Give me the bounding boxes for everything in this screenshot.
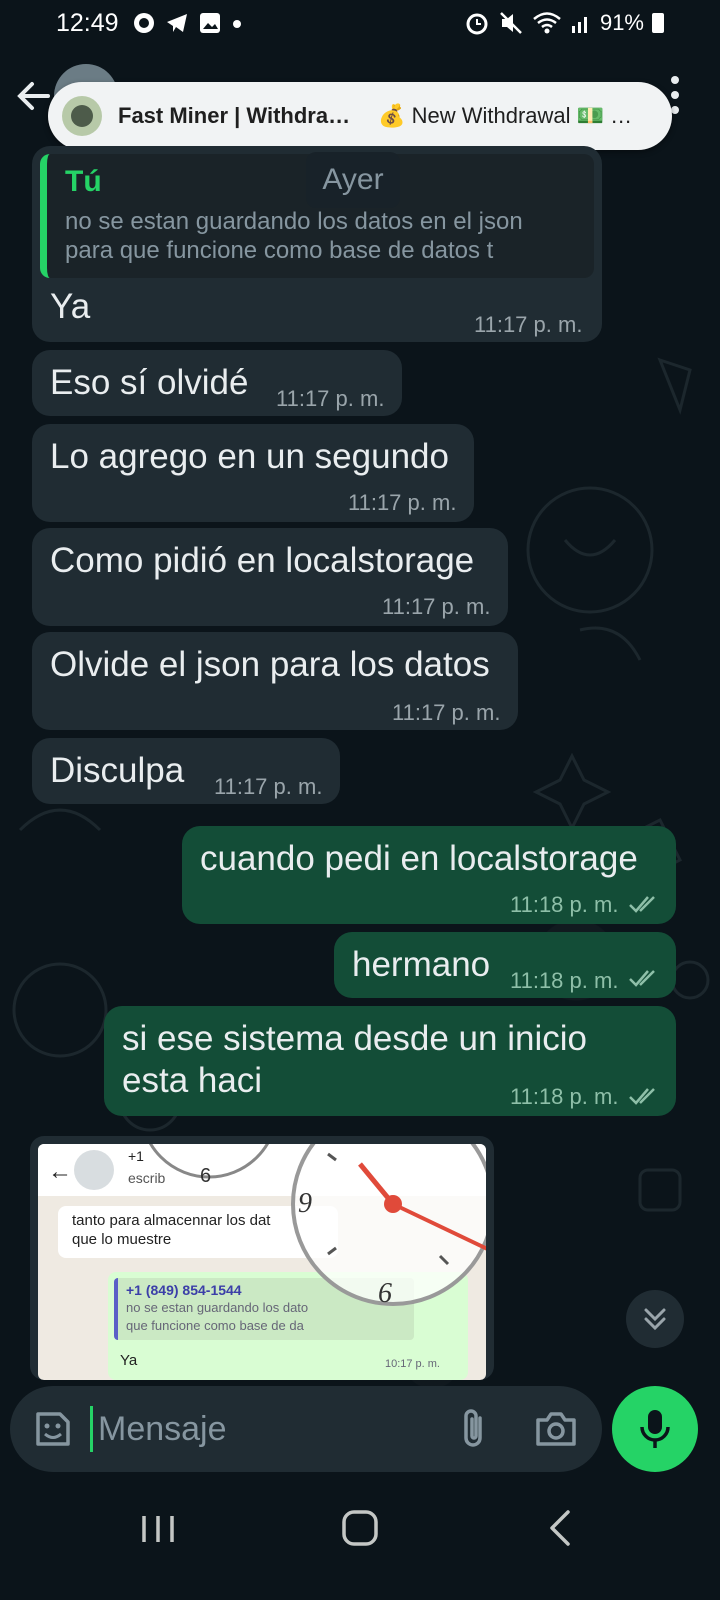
- home-icon[interactable]: [338, 1506, 382, 1550]
- system-navigation-bar: [0, 1486, 720, 1600]
- message-time: 11:17 p. m.: [276, 386, 385, 411]
- alarm-icon: [466, 13, 488, 35]
- message-text: Ya: [50, 287, 91, 326]
- wifi-icon: [533, 12, 561, 34]
- screenshot-text-line: que lo muestre: [72, 1230, 172, 1248]
- double-chevron-down-icon: [644, 1308, 666, 1331]
- message-bubble-incoming[interactable]: Como pidió en localstorage 11:17 p. m.: [32, 528, 508, 626]
- dot-icon: [232, 20, 241, 28]
- message-text: Olvide el json para los datos: [50, 645, 490, 684]
- gallery-icon: [199, 13, 220, 33]
- scroll-to-bottom-button[interactable]: [626, 1290, 684, 1348]
- voice-message-button[interactable]: [612, 1386, 698, 1472]
- telegram-icon: [166, 14, 187, 32]
- message-composer: [10, 1386, 602, 1472]
- quote-text: no se estan guardando los datos en el js…: [65, 208, 523, 264]
- message-time: 11:18 p. m.: [510, 892, 619, 917]
- svg-text:6: 6: [200, 1165, 211, 1187]
- message-text: Disculpa: [50, 751, 185, 790]
- double-check-icon: [629, 1088, 655, 1105]
- paperclip-icon[interactable]: [456, 1406, 490, 1452]
- message-bubble-outgoing[interactable]: si ese sistema desde un inicio esta haci…: [104, 1006, 676, 1116]
- message-bubble-incoming[interactable]: Disculpa 11:17 p. m.: [32, 738, 340, 804]
- status-bar: 12:49 91%: [0, 0, 720, 46]
- message-bubble-incoming[interactable]: Eso sí olvidé 11:17 p. m.: [32, 350, 402, 416]
- message-text: cuando pedi en localstorage: [200, 839, 638, 878]
- status-time: 12:49: [56, 8, 119, 37]
- screenshot-image[interactable]: ← +1 escrib tanto para almacennar los da…: [38, 1144, 486, 1380]
- message-text: hermano: [352, 945, 491, 984]
- microphone-icon: [640, 1410, 670, 1448]
- double-check-icon: [629, 970, 655, 987]
- message-bubble-outgoing[interactable]: cuando pedi en localstorage 11:18 p. m.: [182, 826, 676, 924]
- battery-icon: [652, 13, 664, 33]
- screenshot-reply-time: 10:17 p. m.: [384, 1358, 440, 1370]
- back-arrow-icon: ←: [48, 1158, 72, 1185]
- mute-icon: [500, 12, 522, 34]
- message-text: Lo agrego en un segundo: [50, 437, 449, 476]
- text-cursor: [90, 1406, 93, 1452]
- battery-percent: 91%: [599, 10, 644, 35]
- sticker-icon[interactable]: [32, 1408, 74, 1450]
- message-text-line: si ese sistema desde un inicio: [122, 1019, 587, 1058]
- message-bubble-incoming[interactable]: Lo agrego en un segundo 11:17 p. m.: [32, 424, 474, 522]
- message-text: Como pidió en localstorage: [50, 541, 475, 580]
- clock-sticker-icon: 9 6 12: [291, 1144, 486, 1309]
- notification-text: 💰 New Withdrawal 💵 …: [378, 103, 633, 128]
- svg-text:6: 6: [378, 1278, 392, 1309]
- screenshot-reply-text: Ya: [120, 1352, 138, 1369]
- message-time: 11:17 p. m.: [214, 774, 323, 799]
- message-time: 11:18 p. m.: [510, 968, 619, 993]
- heads-up-notification[interactable]: Fast Miner | Withdra… 💰 New Withdrawal 💵…: [48, 82, 672, 150]
- notification-title: Fast Miner | Withdra…: [118, 103, 351, 128]
- message-input[interactable]: [98, 1402, 438, 1456]
- message-time: 11:18 p. m.: [510, 1084, 619, 1109]
- message-time: 11:17 p. m.: [348, 490, 457, 515]
- camera-icon[interactable]: [534, 1408, 578, 1450]
- signal-icon: [571, 17, 587, 33]
- telegram-app-icon: [62, 96, 102, 136]
- message-text-line: esta haci: [122, 1061, 263, 1100]
- svg-text:9: 9: [298, 1188, 312, 1219]
- nav-back-icon[interactable]: [540, 1506, 580, 1550]
- date-chip: Ayer: [306, 152, 400, 208]
- avatar: [74, 1150, 114, 1190]
- message-text: Eso sí olvidé: [50, 363, 249, 402]
- system-icons: 91%: [464, 10, 664, 36]
- notification-icons: [133, 12, 243, 34]
- double-check-icon: [629, 896, 655, 913]
- clock-sticker-icon: 6: [148, 1144, 270, 1187]
- recent-apps-icon[interactable]: [138, 1508, 178, 1548]
- message-bubble-outgoing[interactable]: hermano 11:18 p. m.: [334, 932, 676, 998]
- message-time: 11:17 p. m.: [392, 700, 501, 725]
- message-time: 11:17 p. m.: [474, 312, 583, 337]
- message-bubble-incoming[interactable]: Olvide el json para los datos 11:17 p. m…: [32, 632, 518, 730]
- message-time: 11:17 p. m.: [382, 594, 491, 619]
- screenshot-text-line: tanto para almacennar los dat: [72, 1212, 271, 1229]
- image-message[interactable]: ← +1 escrib tanto para almacennar los da…: [30, 1136, 494, 1380]
- vpn-icon: [133, 13, 154, 33]
